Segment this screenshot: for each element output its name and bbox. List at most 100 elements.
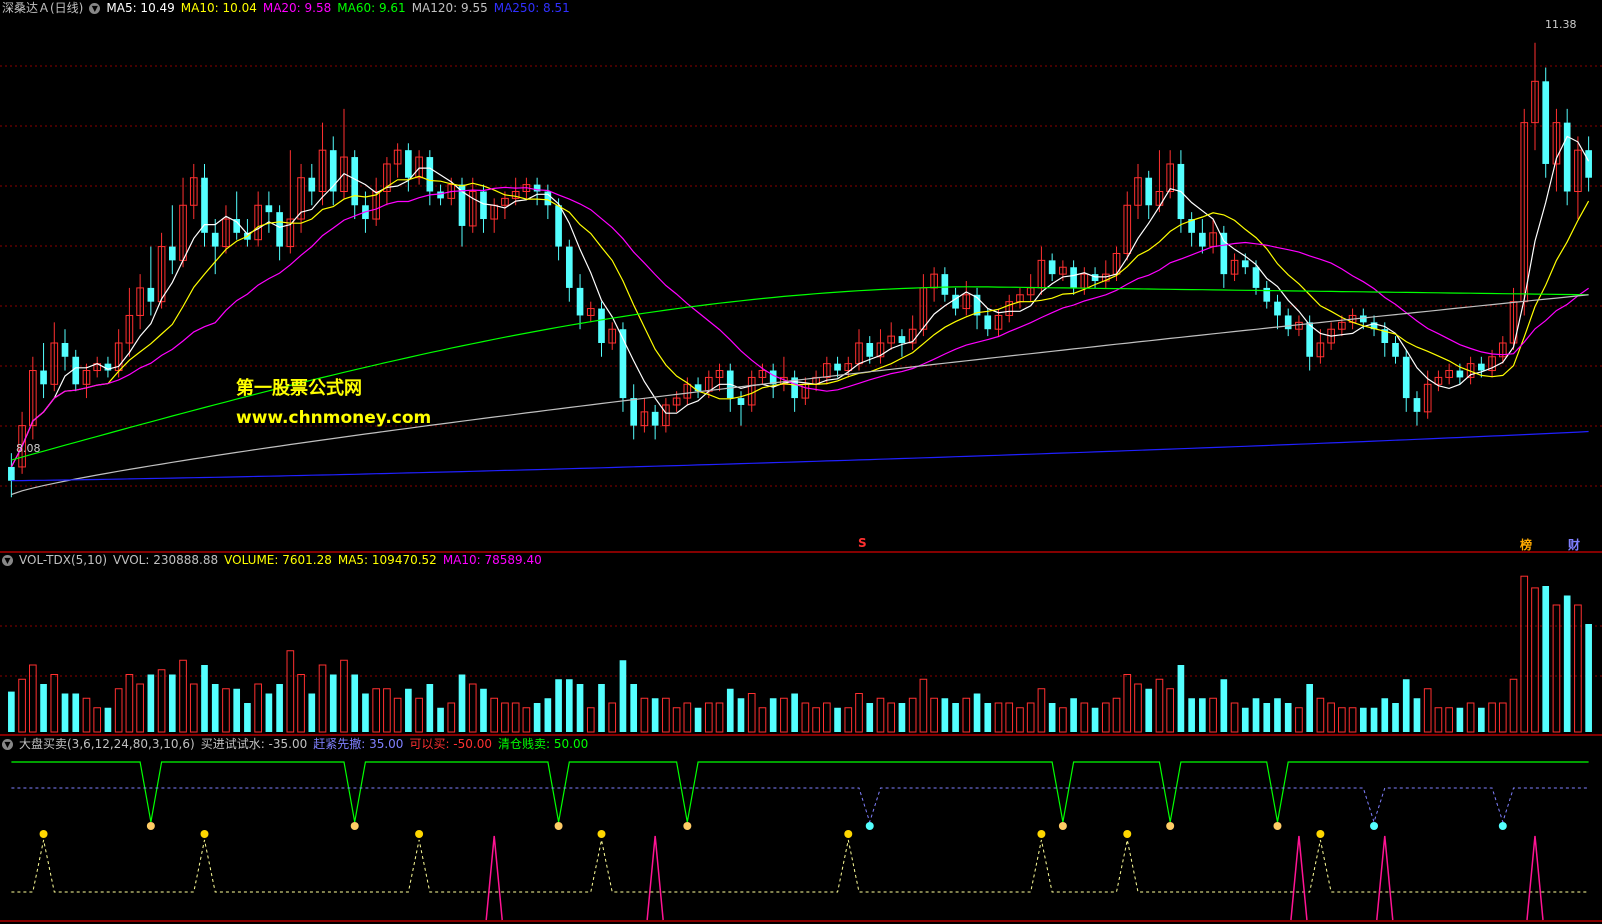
candle-body xyxy=(984,315,992,330)
candle-body xyxy=(72,356,80,385)
volume-bar xyxy=(1199,698,1206,732)
indicator-name[interactable]: 大盘买卖(3,6,12,24,80,3,10,6) xyxy=(19,736,195,752)
volume-bar xyxy=(962,697,971,733)
volume-bar xyxy=(1488,702,1496,733)
candle-body xyxy=(1070,267,1077,288)
volume-bar xyxy=(18,678,26,733)
volume-bar xyxy=(1306,684,1313,732)
buy-signal-peak xyxy=(1290,835,1308,921)
volume-bar xyxy=(994,702,1003,733)
candle-body xyxy=(308,177,316,192)
dropdown-icon[interactable]: ▼ xyxy=(89,2,101,14)
volume-bar xyxy=(1413,698,1421,732)
indicator-header: ▼ 大盘买卖(3,6,12,24,80,3,10,6) 买进试试水: -35.0… xyxy=(2,736,588,752)
candle-body xyxy=(211,232,219,247)
volume-bar xyxy=(1145,688,1153,732)
volume-bar xyxy=(82,697,91,733)
ma5-value: MA5: 10.49 xyxy=(106,1,175,15)
candle-body xyxy=(405,150,412,178)
candle-body xyxy=(1252,267,1260,288)
volume-bar xyxy=(1220,679,1228,732)
candle-body xyxy=(576,287,584,316)
volume-bar xyxy=(1080,702,1089,733)
volume-bar xyxy=(254,683,262,733)
volume-bar xyxy=(1381,698,1389,732)
volume-bar xyxy=(598,684,605,732)
sell-marker xyxy=(146,822,155,830)
main-header: 深桑达Ａ(日线) ▼ MA5: 10.49 MA10: 10.04 MA20: … xyxy=(2,0,570,16)
high-price-label: 11.38 xyxy=(1545,18,1577,31)
volume-bar xyxy=(1016,707,1024,733)
volume-bar xyxy=(1327,702,1335,733)
volume-bar xyxy=(511,702,520,733)
dropdown-icon[interactable]: ▼ xyxy=(2,738,13,750)
volume-bar xyxy=(522,707,531,733)
volume-bar xyxy=(189,683,198,733)
volume-bar xyxy=(1059,707,1067,733)
volume-bar xyxy=(104,707,112,732)
volume-bar xyxy=(737,698,745,732)
volume-bar xyxy=(941,698,949,732)
buy-try-marker xyxy=(1316,830,1325,838)
volume-bar xyxy=(1026,702,1035,733)
warning-line xyxy=(11,787,1589,824)
volume-bar xyxy=(136,683,144,733)
stock-title[interactable]: 深桑达Ａ(日线) xyxy=(2,0,83,16)
buy-signal-peak xyxy=(485,835,503,921)
dropdown-icon[interactable]: ▼ xyxy=(2,554,13,566)
stock-chart[interactable] xyxy=(0,0,1602,924)
volume-bar xyxy=(973,693,981,732)
volume-bar xyxy=(297,674,305,733)
volume-bar xyxy=(468,683,477,733)
volume-bar xyxy=(340,659,348,733)
volume-bar xyxy=(318,664,327,733)
candle-body xyxy=(1220,232,1228,275)
volume-bar xyxy=(201,665,208,732)
vol-indicator-name[interactable]: VOL-TDX(5,10) xyxy=(19,552,107,568)
volume-bar xyxy=(1338,707,1346,733)
candle-body xyxy=(61,342,69,357)
volume-bar xyxy=(1123,674,1132,733)
s-marker[interactable]: S xyxy=(858,536,867,550)
candle-body xyxy=(898,336,906,343)
buy-signal-peak xyxy=(1526,835,1544,921)
volume-bar xyxy=(812,707,820,733)
volume-bar xyxy=(1348,707,1357,733)
candle-body xyxy=(1542,81,1550,164)
volume-bar xyxy=(1316,697,1325,733)
can-buy-value: 可以买: -50.00 xyxy=(409,737,492,751)
buy-try-marker xyxy=(415,830,424,838)
buy-signal-peak xyxy=(646,835,664,921)
volume-bar xyxy=(211,684,219,732)
volume-bar xyxy=(694,707,702,732)
volume-bar xyxy=(1005,702,1014,733)
buy-try-marker xyxy=(39,830,48,838)
volume-bar xyxy=(726,688,734,732)
volume-bar xyxy=(1423,688,1432,733)
cai-marker[interactable]: 财 xyxy=(1568,536,1580,553)
volume-bar xyxy=(876,697,885,733)
bang-marker[interactable]: 榜 xyxy=(1520,536,1532,553)
candle-body xyxy=(1145,177,1153,206)
sell-marker xyxy=(350,822,359,830)
volume-bar xyxy=(1445,707,1453,733)
volume-bar xyxy=(447,702,456,733)
vol-ma5-value: MA5: 109470.52 xyxy=(337,553,437,567)
candle-body xyxy=(1413,398,1421,412)
low-price-label: 8.08 xyxy=(16,442,41,455)
candle-body xyxy=(437,191,444,199)
volume-bar xyxy=(866,703,874,732)
volume-bar xyxy=(426,684,434,732)
volume-bar xyxy=(1392,703,1399,732)
volume-bar xyxy=(1542,586,1550,732)
volume-bar xyxy=(908,697,917,733)
volume-bar xyxy=(1574,604,1582,733)
watermark-url: www.chnmoney.com xyxy=(236,408,432,428)
volume-bar xyxy=(1274,698,1281,732)
candle-body xyxy=(1478,363,1485,371)
buy-try-marker xyxy=(200,830,209,838)
volume-bar xyxy=(984,703,992,732)
volume-bar xyxy=(1166,688,1175,733)
volume-bar xyxy=(930,697,938,733)
volume-bar xyxy=(704,702,713,733)
